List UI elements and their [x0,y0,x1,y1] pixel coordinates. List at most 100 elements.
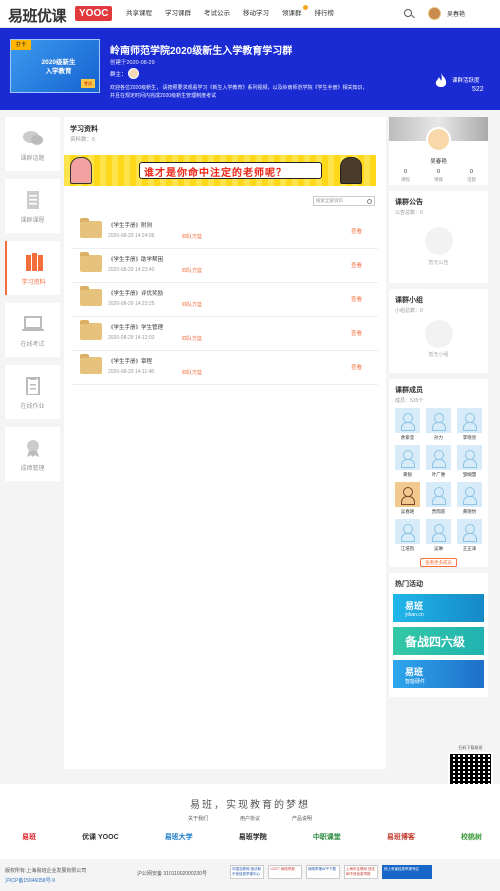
footer-link-agreement[interactable]: 用户协议 [240,815,260,822]
file-name[interactable]: 《学生手册》章程 [108,357,152,365]
cert-badge[interactable]: 网络举报APP下载 [306,865,340,879]
public-security-record[interactable]: 沪公网安备 31011002000230号 [137,870,207,877]
stat-courses[interactable]: 0 课程 [389,169,422,183]
member-item[interactable]: 孙力 [423,408,454,441]
file-name[interactable]: 《学生手册》助学帮困 [108,255,163,263]
partner-logo-yiban[interactable]: 易班 [22,829,36,845]
partner-logo-vocational[interactable]: 中职课堂 [313,829,341,845]
partner-logo-yiban-college[interactable]: 易班学院 [239,829,267,845]
member-item[interactable]: 贾雨容 [423,482,454,515]
list-item[interactable]: 《学生手册》助学帮困 2020-08-29 14:23:40 四队方篮 查看 [72,249,378,283]
file-name[interactable]: 《学生手册》学生管理 [108,323,163,331]
member-item[interactable]: 黄晓怡 [454,482,485,515]
nav-claim-groups[interactable]: 领课群 [282,0,308,28]
site-logo[interactable]: 易班优课 [8,5,67,26]
member-item[interactable]: 吴琳 [423,519,454,552]
cert-badge[interactable]: 中国互联网 违法和不良信息举报中心 [230,865,264,879]
file-date: 2020-08-29 14:23:40 [108,267,155,273]
member-avatar [426,519,451,544]
promo-banner[interactable]: 谁才是你命中注定的老师呢？ [64,155,376,186]
footer-link-product[interactable]: 产品说明 [292,815,312,822]
search-icon[interactable] [404,9,412,17]
footer-link-about[interactable]: 关于我们 [188,815,208,822]
group-created-date: 创建于2020-08-29 [110,60,155,66]
profile-stats: 0 课程 0 课群 0 话题 [389,169,488,183]
nav-mobile-learning[interactable]: 移动学习 [243,0,269,28]
owner-avatar[interactable] [128,68,139,79]
nav-ranking[interactable]: 排行榜 [315,0,335,28]
member-item[interactable]: 吴春艳 [392,482,423,515]
member-item[interactable]: 余紫莹 [392,408,423,441]
view-button[interactable]: 查看 [351,261,362,269]
partner-logo-yiban-blog[interactable]: 易班博客 [387,829,415,845]
cert-badge[interactable]: 网上有害信息举报专区 [382,865,432,879]
activity-label: 课群活跃度 [452,78,480,84]
sidebar-item-exams[interactable]: 在线考试 [5,303,60,357]
cert-badge[interactable]: 12377 网络举报 [268,865,302,879]
nav-exam-notice[interactable]: 考试公示 [204,0,230,28]
folder-icon [80,286,102,306]
notice-card: 课群公告 公告总数：0 暂无公告 [389,191,488,283]
cert-badge[interactable]: 上海市互联网 违法和不良信息举报 [344,865,378,879]
file-uploader: 四队方篮 [182,370,203,376]
nav-shared-courses[interactable]: 共享课程 [126,0,152,28]
subgroup-title: 课群小组 [395,297,423,304]
list-item[interactable]: 《学生手册》章程 2020-08-29 14:11:48 四队方篮 查看 [72,351,378,385]
hot-activity-cet[interactable]: 备战四六级 [393,627,484,655]
sidebar-item-courses[interactable]: 课群课程 [5,179,60,233]
member-item[interactable]: 李晓亮 [454,408,485,441]
sidebar-item-materials[interactable]: 学习资料 [5,241,60,295]
cover-stamp: 考试 [81,79,95,88]
profile-name[interactable]: 吴春艳 [389,157,488,165]
partner-logo-yooc[interactable]: 优课 YOOC [82,829,119,845]
file-date: 2020-08-29 14:23:25 [108,301,155,307]
hot-activity-yiban[interactable]: 易班 yiban.cn [393,594,484,622]
medal-icon [27,440,39,457]
hot-activity-hardware[interactable]: 易班 智能硬件 [393,660,484,688]
member-item[interactable]: 黄锐 [392,445,423,478]
partner-logo-xiaotaoshu[interactable]: 校桃树 [461,829,482,845]
sidebar-item-grades[interactable]: 成绩管理 [5,427,60,481]
profile-avatar[interactable] [426,127,451,152]
member-item[interactable]: 王正泽 [454,519,485,552]
member-item[interactable]: 邹娴慧 [454,445,485,478]
cover-title: 2020级新生 入学教育 [41,59,76,75]
icp-link[interactable]: 沪ICP备15046058号-9 [5,877,55,884]
file-name[interactable]: 《学生手册》附则 [108,221,152,229]
user-avatar[interactable] [428,7,441,20]
file-date: 2020-08-29 14:12:03 [108,335,155,341]
partner-logo-yiban-university[interactable]: 易班大学 [165,829,193,845]
empty-group-icon [425,320,453,348]
search-icon[interactable] [367,199,372,204]
stat-groups[interactable]: 0 课群 [422,169,455,183]
document-icon [27,191,39,209]
member-item[interactable]: 叶广惠 [423,445,454,478]
view-more-members-button[interactable]: 查看更多成员 [420,558,457,567]
view-button[interactable]: 查看 [351,295,362,303]
member-item[interactable]: 江培凯 [392,519,423,552]
list-item[interactable]: 《学生手册》学生管理 2020-08-29 14:12:03 四队方篮 查看 [72,317,378,351]
user-name[interactable]: 吴春艳 [447,9,465,18]
view-button[interactable]: 查看 [351,329,362,337]
sidebar-item-homework[interactable]: 在线作业 [5,365,60,419]
member-avatar [395,482,420,507]
yooc-logo-badge[interactable]: YOOC [75,6,113,21]
qr-label: 扫码下载易班 [458,745,483,750]
materials-search-input[interactable]: 搜索全部资料 [313,196,375,206]
member-avatar [395,445,420,470]
stat-topics[interactable]: 0 话题 [455,169,488,183]
list-item[interactable]: 《学生手册》附则 2020-08-29 14:24:06 四队方篮 查看 [72,215,378,249]
materials-title: 学习资料 [70,126,98,133]
materials-list: 《学生手册》附则 2020-08-29 14:24:06 四队方篮 查看 《学生… [72,215,378,385]
activity-value: 522 [472,86,484,93]
nav-study-groups[interactable]: 学习课群 [165,0,191,28]
sidebar-item-topics[interactable]: 课群话题 [5,117,60,171]
view-button[interactable]: 查看 [351,363,362,371]
footer-slogan: 易班，实现教育的梦想 [190,800,310,811]
view-button[interactable]: 查看 [351,227,362,235]
list-item[interactable]: 《学生手册》评优奖励 2020-08-29 14:23:25 四队方篮 查看 [72,283,378,317]
folder-icon [80,354,102,374]
members-grid: 余紫莹 孙力 李晓亮 黄锐 叶广惠 邹娴慧 吴春艳 贾雨容 黄晓怡 江培凯 吴琳… [389,404,488,556]
cartoon-girl-image [340,157,362,184]
file-name[interactable]: 《学生手册》评优奖励 [108,289,163,297]
